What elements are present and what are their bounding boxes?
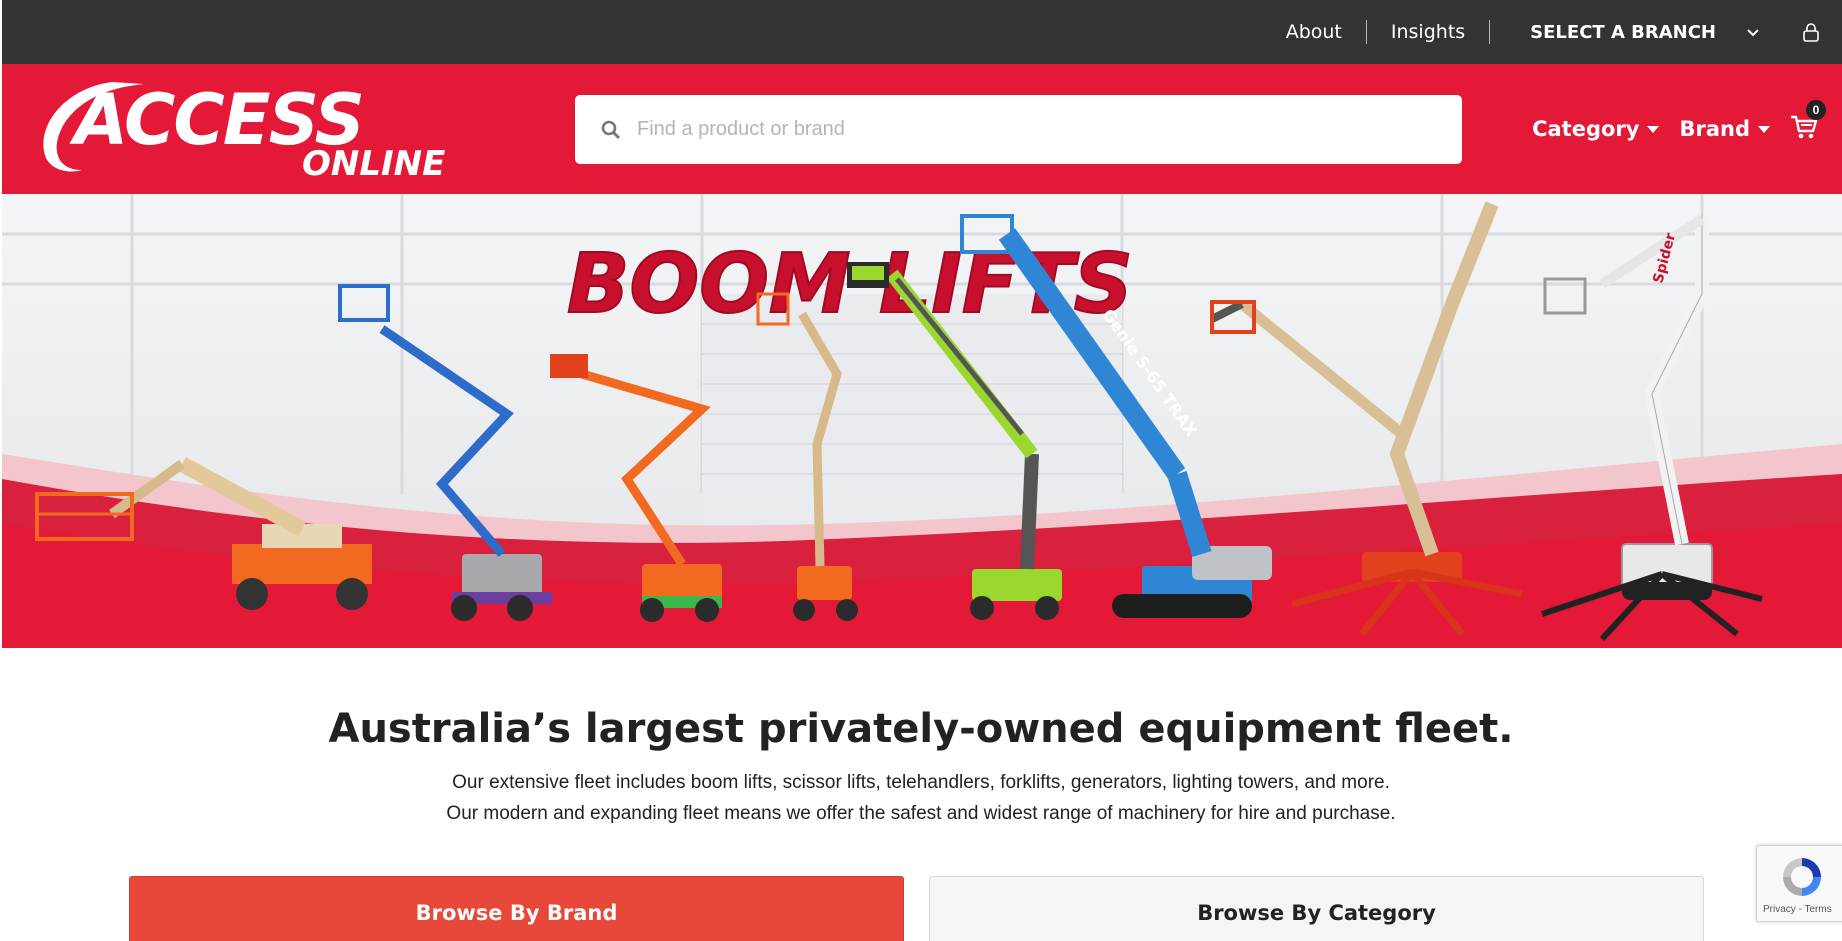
- recaptcha-links[interactable]: Privacy - Terms: [1763, 904, 1832, 915]
- hero-banner-image: BOOM LIFTS Genie S-65 TRAX Spider: [2, 194, 1842, 648]
- header-nav: Category Brand 0: [1512, 64, 1826, 194]
- hero-banner[interactable]: BOOM LIFTS Genie S-65 TRAX Spider: [2, 194, 1842, 648]
- caret-down-icon: [1647, 125, 1660, 133]
- category-menu[interactable]: Category: [1532, 117, 1660, 141]
- user-icon[interactable]: [1802, 22, 1820, 42]
- access-online-logo[interactable]: ACCESS ONLINE: [34, 78, 489, 184]
- about-link[interactable]: About: [1262, 21, 1366, 43]
- top-bar: About Insights SELECT A BRANCH: [2, 0, 1842, 64]
- search-bar: [575, 95, 1462, 164]
- brand-menu[interactable]: Brand: [1679, 117, 1770, 141]
- recaptcha-icon: [1779, 854, 1825, 905]
- recaptcha-badge[interactable]: Privacy - Terms: [1756, 845, 1842, 922]
- chevron-down-icon: [1746, 22, 1760, 43]
- cart-count-badge: 0: [1806, 99, 1826, 120]
- caret-down-icon: [1758, 125, 1770, 133]
- browse-by-brand-button[interactable]: Browse By Brand: [129, 876, 904, 941]
- description-line: Our modern and expanding fleet means we …: [446, 803, 1396, 824]
- cart-button[interactable]: 0: [1790, 99, 1826, 145]
- insights-link[interactable]: Insights: [1367, 21, 1489, 43]
- fleet-description: Our extensive fleet includes boom lifts,…: [0, 767, 1842, 829]
- main-header: ACCESS ONLINE Category Brand 0: [2, 64, 1842, 194]
- brand-menu-label: Brand: [1679, 117, 1750, 141]
- logo-text-sub: ONLINE: [302, 144, 445, 178]
- select-branch-dropdown[interactable]: SELECT A BRANCH: [1490, 22, 1768, 43]
- top-links: About Insights SELECT A BRANCH: [1262, 0, 1842, 64]
- category-menu-label: Category: [1532, 117, 1640, 141]
- browse-by-category-button[interactable]: Browse By Category: [929, 876, 1704, 941]
- search-icon[interactable]: [601, 120, 621, 140]
- search-input[interactable]: [637, 118, 1437, 141]
- page-headline: Australia’s largest privately-owned equi…: [328, 706, 1514, 752]
- select-branch-label: SELECT A BRANCH: [1530, 21, 1716, 43]
- description-line: Our extensive fleet includes boom lifts,…: [452, 772, 1390, 793]
